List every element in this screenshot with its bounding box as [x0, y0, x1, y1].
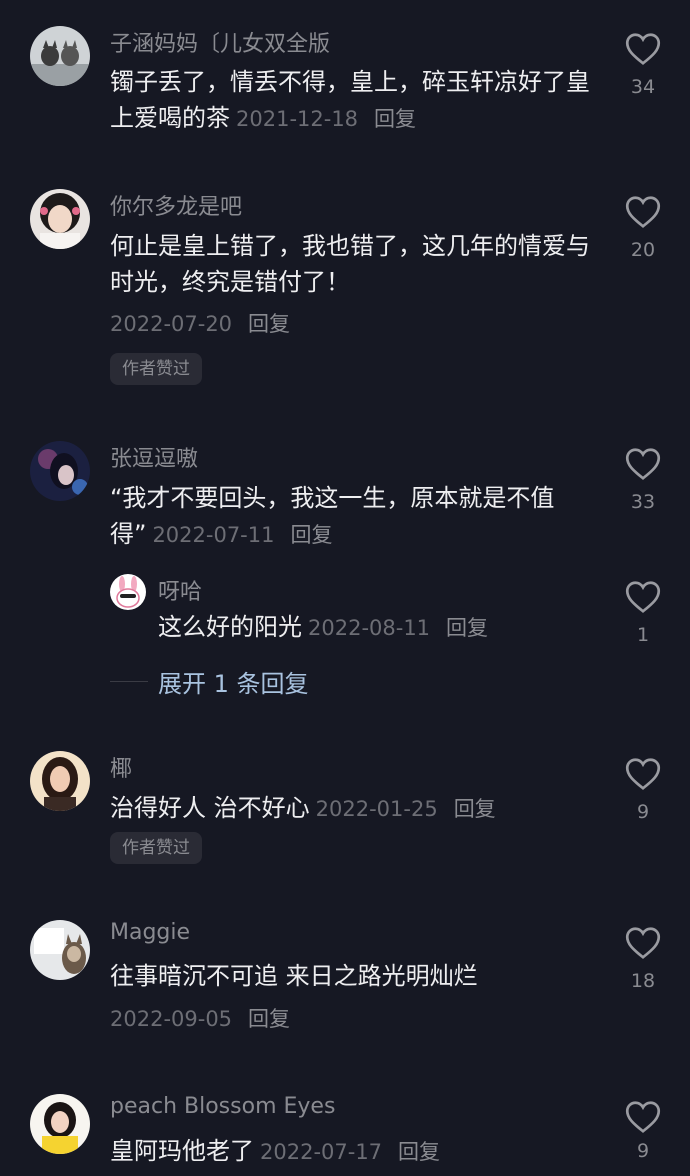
username[interactable]: 你尔多龙是吧 [110, 189, 242, 221]
heart-icon [625, 927, 661, 959]
heart-icon [625, 196, 661, 228]
avatar[interactable] [30, 751, 90, 811]
avatar[interactable] [30, 1094, 90, 1154]
like-button[interactable]: 18 [624, 926, 662, 992]
comment-date: 2022-07-20 [110, 312, 233, 336]
reply-date: 2022-08-11 [308, 616, 431, 640]
reply-text: 这么好的阳光 2022-08-11 回复 [158, 609, 588, 646]
expand-replies-label: 展开 1 条回复 [158, 670, 309, 698]
like-count: 33 [630, 491, 656, 513]
comment-date: 2021-12-18 [236, 107, 359, 131]
comment-text: 治得好人 治不好心 2022-01-25 回复 [110, 790, 590, 827]
username[interactable]: peach Blossom Eyes [110, 1094, 335, 1119]
comment-date: 2022-01-25 [315, 797, 438, 821]
reply-button[interactable]: 回复 [454, 797, 496, 821]
username[interactable]: Maggie [110, 920, 190, 945]
like-button[interactable]: 20 [624, 195, 662, 261]
heart-icon [625, 448, 661, 480]
comment-date: 2022-07-17 [260, 1140, 383, 1164]
comment-text: 往事暗沉不可追 来日之路光明灿烂 [110, 958, 590, 994]
like-count: 20 [630, 239, 656, 261]
like-count: 18 [630, 970, 656, 992]
reply-button[interactable]: 回复 [446, 616, 488, 640]
comment-date: 2022-07-11 [152, 523, 275, 547]
heart-icon [625, 33, 661, 65]
username[interactable]: 张逗逗嗷 [110, 441, 198, 473]
comment-meta: 2022-09-05 回复 [110, 1000, 590, 1037]
author-liked-badge: 作者赞过 [110, 832, 202, 864]
reply-button[interactable]: 回复 [248, 312, 290, 336]
heart-icon [625, 1101, 661, 1133]
like-count: 1 [636, 624, 650, 646]
comment-text: 何止是皇上错了，我也错了，这几年的情爱与时光，终究是错付了！ [110, 228, 590, 300]
comment-content: 往事暗沉不可追 来日之路光明灿烂 [110, 962, 478, 990]
reply-button[interactable]: 回复 [374, 107, 416, 131]
author-liked-badge: 作者赞过 [110, 353, 202, 385]
avatar[interactable] [30, 441, 90, 501]
avatar[interactable] [30, 189, 90, 249]
like-button[interactable]: 33 [624, 447, 662, 513]
heart-icon [625, 581, 661, 613]
comment-meta: 2022-07-20 回复 [110, 305, 590, 342]
like-count: 9 [636, 801, 650, 823]
comment-text: 皇阿玛他老了 2022-07-17 回复 [110, 1133, 590, 1170]
comment-date: 2022-09-05 [110, 1007, 233, 1031]
reply-username[interactable]: 呀哈 [158, 574, 202, 606]
comment-text: “我才不要回头，我这一生，原本就是不值得” 2022-07-11 回复 [110, 480, 590, 553]
avatar[interactable] [30, 920, 90, 980]
like-count: 34 [630, 76, 656, 98]
reply-button[interactable]: 回复 [398, 1140, 440, 1164]
like-button[interactable]: 1 [624, 580, 662, 646]
heart-icon [625, 758, 661, 790]
comment-content: 治得好人 治不好心 [110, 794, 310, 822]
avatar[interactable] [30, 26, 90, 86]
comment-text: 镯子丢了，情丢不得，皇上，碎玉轩凉好了皇上爱喝的茶 2021-12-18 回复 [110, 64, 590, 137]
reply-avatar[interactable] [110, 574, 146, 610]
reply-button[interactable]: 回复 [248, 1007, 290, 1031]
like-button[interactable]: 9 [624, 757, 662, 823]
comment-content: 何止是皇上错了，我也错了，这几年的情爱与时光，终究是错付了！ [110, 232, 590, 296]
comment-content: 皇阿玛他老了 [110, 1137, 254, 1165]
reply-content: 这么好的阳光 [158, 613, 302, 641]
divider [110, 681, 148, 682]
reply-button[interactable]: 回复 [290, 523, 332, 547]
like-count: 9 [636, 1140, 650, 1162]
expand-replies-button[interactable]: 展开 1 条回复 [110, 664, 309, 699]
username[interactable]: 椰 [110, 751, 132, 783]
username[interactable]: 子涵妈妈〔儿女双全版 [110, 26, 330, 58]
like-button[interactable]: 34 [624, 32, 662, 98]
like-button[interactable]: 9 [624, 1100, 662, 1162]
